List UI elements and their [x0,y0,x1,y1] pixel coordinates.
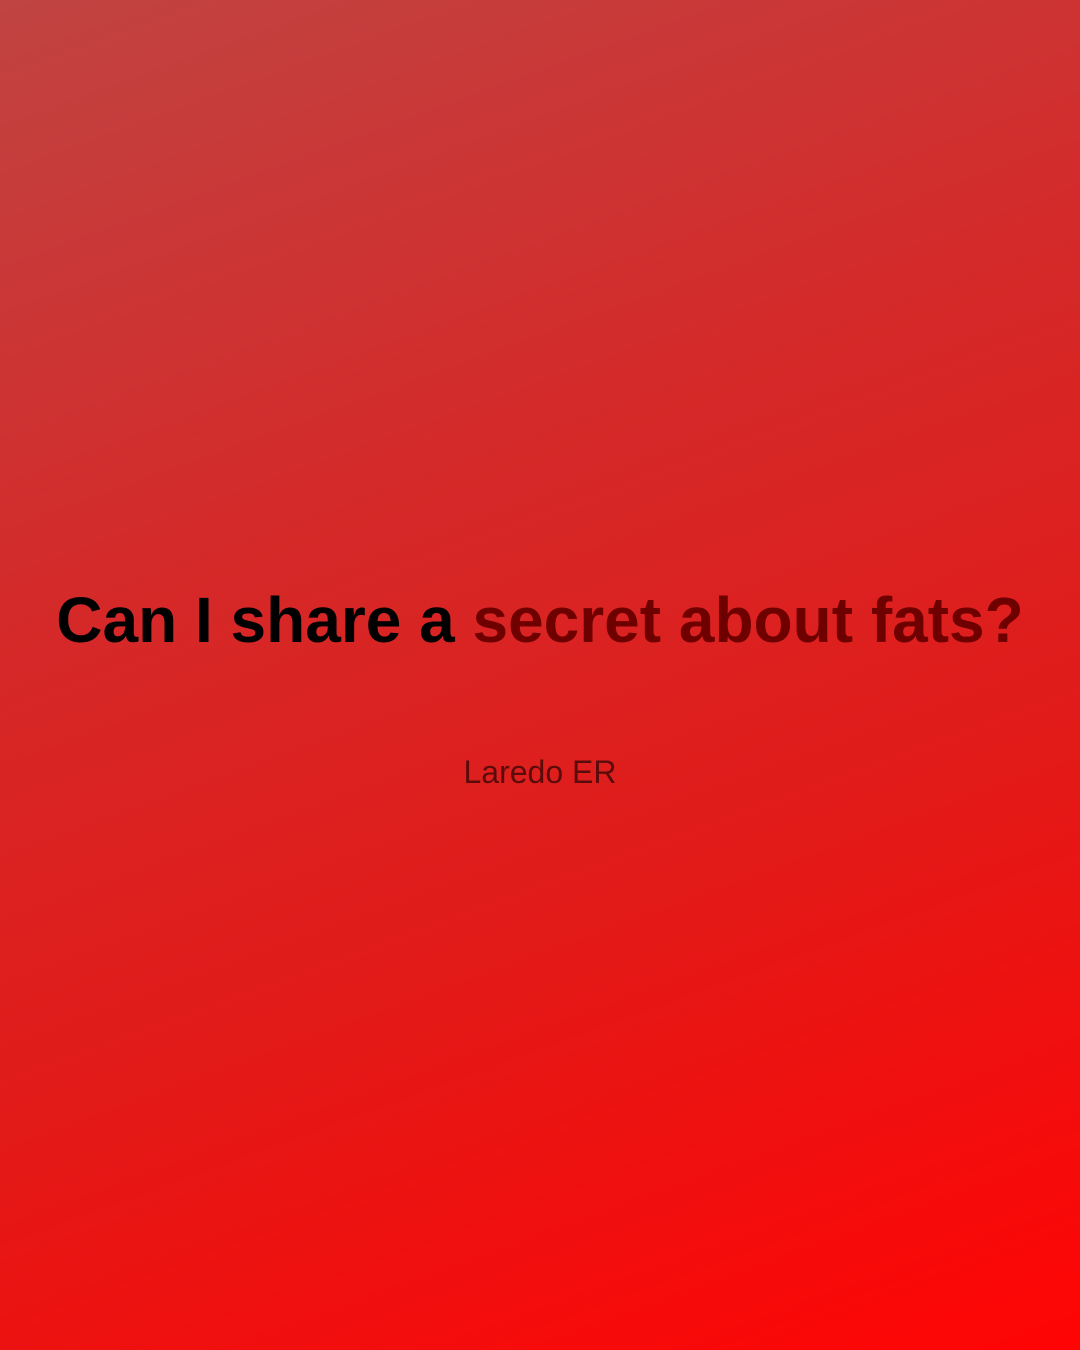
headline-lead: Can I share a [56,584,473,656]
headline-accent: secret about fats? [472,584,1024,656]
byline: Laredo ER [463,754,617,790]
post-canvas: Can I share a secret about fats? Laredo … [0,0,1080,1350]
headline: Can I share a secret about fats? [0,580,1080,660]
